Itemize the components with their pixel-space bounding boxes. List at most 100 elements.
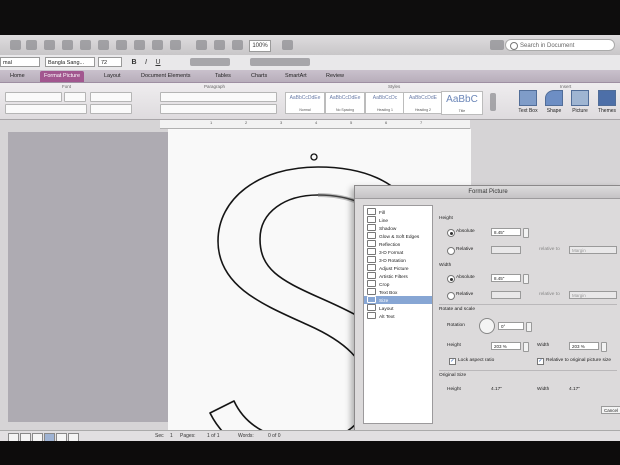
font-size-dropdown[interactable]: 72 [98,57,122,67]
scale-height-stepper[interactable] [523,342,529,352]
picture-button[interactable]: Picture [569,90,591,116]
paragraph-align-buttons[interactable] [160,104,277,114]
underline-button[interactable]: U [154,58,162,67]
reflection-icon [367,240,376,247]
themes-button[interactable]: Themes [596,90,618,116]
category-adjust-picture[interactable]: Adjust Picture [364,264,432,272]
style-heading-2[interactable]: AaBbCcDdE Heading 2 [403,92,443,114]
print-icon[interactable] [62,40,73,50]
tab-home[interactable]: Home [10,71,25,82]
width-absolute-field[interactable]: 8.45" [491,274,521,282]
cancel-button[interactable]: Cancel [601,406,620,414]
scale-height-field[interactable]: 203 % [491,342,521,350]
tab-layout[interactable]: Layout [104,71,121,82]
bold-button[interactable]: B [130,58,138,67]
width-relative-to-select[interactable]: Margin [569,291,617,299]
divider [439,370,617,371]
highlight-buttons[interactable] [90,104,132,114]
copy-icon[interactable] [98,40,109,50]
category-reflection[interactable]: Reflection [364,240,432,248]
tab-format-picture[interactable]: Format Picture [40,71,85,82]
lock-aspect-label: Lock aspect ratio [458,358,495,363]
height-stepper[interactable] [523,228,529,238]
zoom-field[interactable]: 100% [249,40,271,52]
paragraph-list-buttons[interactable] [160,92,277,102]
category-fill[interactable]: Fill [364,208,432,216]
italic-button[interactable]: I [142,58,150,67]
new-document-icon[interactable] [10,40,21,50]
paste-icon[interactable] [116,40,127,50]
style-normal[interactable]: AaBbCcDdEe Normal [285,92,325,114]
category-layout[interactable]: Layout [364,304,432,312]
tab-review[interactable]: Review [326,71,344,82]
category-crop[interactable]: Crop [364,280,432,288]
undo-icon[interactable] [152,40,163,50]
font-style-buttons[interactable] [5,104,87,114]
save-icon[interactable] [44,40,55,50]
columns-icon[interactable] [214,40,225,50]
width-absolute-radio[interactable] [447,275,455,283]
font-name-field[interactable] [5,92,62,102]
redo-icon[interactable] [170,40,181,50]
cut-icon[interactable] [80,40,91,50]
scroll-back-icon[interactable] [490,40,504,50]
format-painter-icon[interactable] [134,40,145,50]
height-relative-to-select[interactable]: Margin [569,246,617,254]
style-title[interactable]: AaBbC Title [441,91,483,115]
align-buttons[interactable] [190,58,230,66]
rotation-label: Rotation [447,323,465,328]
rotation-field[interactable]: 0° [498,322,524,330]
sidebar-icon[interactable] [232,40,243,50]
category-list[interactable]: Fill Line Shadow Glow & Soft Edges Refle… [363,205,433,424]
table-icon[interactable] [196,40,207,50]
font-size-field[interactable] [64,92,86,102]
category-line[interactable]: Line [364,216,432,224]
scale-width-stepper[interactable] [601,342,607,352]
category-3d-format[interactable]: 3-D Format [364,248,432,256]
height-absolute-field[interactable]: 8.45" [491,228,521,236]
styles-scroll-icon[interactable] [490,93,496,111]
category-shadow[interactable]: Shadow [364,224,432,232]
scale-width-field[interactable]: 203 % [569,342,599,350]
tab-charts[interactable]: Charts [251,71,267,82]
tab-tables[interactable]: Tables [215,71,231,82]
shape-icon [545,90,563,106]
style-dropdown[interactable]: mal [0,57,40,67]
width-relative-radio[interactable] [447,292,455,300]
font-name-dropdown[interactable]: Bangla Sang... [45,57,95,67]
rotation-stepper[interactable] [526,322,532,332]
height-relative-field[interactable] [491,246,521,254]
category-size[interactable]: Size [364,296,432,304]
category-glow[interactable]: Glow & Soft Edges [364,232,432,240]
category-3d-rotation[interactable]: 3-D Rotation [364,256,432,264]
tab-document-elements[interactable]: Document Elements [141,71,191,82]
style-no-spacing[interactable]: AaBbCcDdEe No Spacing [325,92,365,114]
group-label-insert: Insert [560,84,572,89]
height-absolute-radio[interactable] [447,229,455,237]
picture-icon [571,90,589,106]
width-stepper[interactable] [523,274,529,284]
tab-smartart[interactable]: SmartArt [285,71,307,82]
list-buttons[interactable] [250,58,310,66]
horizontal-ruler[interactable]: 1 2 3 4 5 6 7 [160,120,470,129]
font-color-buttons[interactable] [90,92,132,102]
themes-icon [598,90,616,106]
category-alt-text[interactable]: Alt Text [364,312,432,320]
search-input[interactable]: Search in Document [505,39,615,51]
height-relative-radio[interactable] [447,247,455,255]
format-picture-dialog[interactable]: Format Picture Fill Line Shadow Glow & S… [354,185,620,432]
help-icon[interactable] [282,40,293,50]
category-artistic-filters[interactable]: Artistic Filters [364,272,432,280]
style-caption: Heading 1 [377,108,393,112]
lock-aspect-checkbox[interactable]: ✓ [449,358,456,365]
text-box-button[interactable]: Text Box [517,90,539,116]
3d-rotation-icon [367,256,376,263]
width-relative-field[interactable] [491,291,521,299]
open-icon[interactable] [26,40,37,50]
shape-button[interactable]: Shape [543,90,565,116]
text-box-icon [519,90,537,106]
style-heading-1[interactable]: AaBbCcDc Heading 1 [365,92,405,114]
relative-original-checkbox[interactable]: ✓ [537,358,544,365]
category-text-box[interactable]: Text Box [364,288,432,296]
rotation-dial[interactable] [479,318,495,334]
